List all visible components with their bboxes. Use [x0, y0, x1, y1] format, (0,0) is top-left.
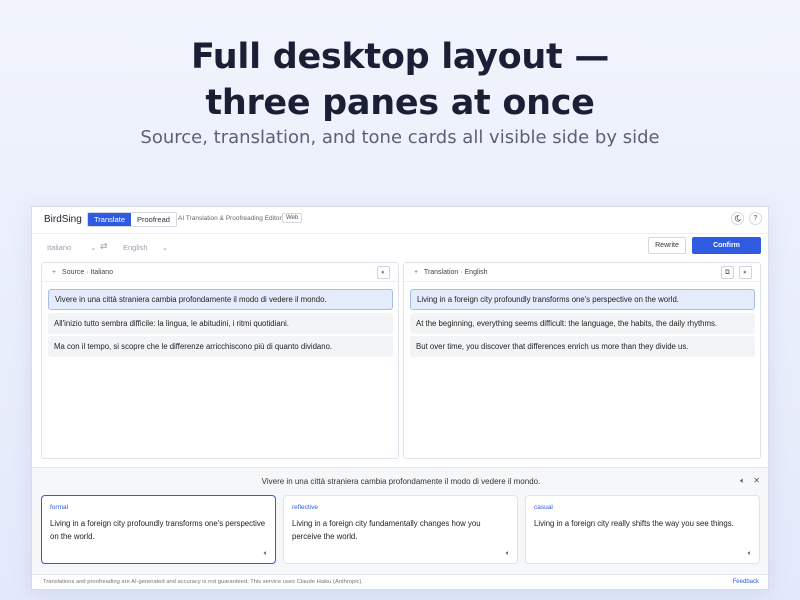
source-language-label: Italiano — [47, 243, 72, 252]
language-bar: Italiano ⌄ ⇄ English ⌄ Rewrite Confirm — [32, 233, 768, 261]
speaker-icon[interactable]: 🔈︎ — [264, 550, 268, 558]
target-language-select[interactable]: English ⌄ — [123, 243, 168, 252]
source-pane-title: Source · Italiano — [62, 269, 114, 276]
top-bar: BirdSing Translate Proofread AI Translat… — [32, 207, 768, 233]
tab-translate[interactable]: Translate — [88, 213, 131, 226]
tone-card-casual[interactable]: casual Living in a foreign city really s… — [525, 495, 760, 564]
tone-card-label: formal — [50, 504, 69, 511]
source-segment[interactable]: Vivere in una città straniera cambia pro… — [48, 289, 393, 310]
hero-title-line1: Full desktop layout — — [190, 37, 610, 77]
source-segment[interactable]: Ma con il tempo, si scopre che le differ… — [48, 336, 393, 357]
swap-languages-icon[interactable]: ⇄ — [100, 241, 108, 252]
hero-subtitle: Source, translation, and tone cards all … — [140, 127, 660, 148]
speaker-icon[interactable]: 🔈︎ — [740, 476, 745, 485]
mode-switch: Translate Proofread — [87, 212, 177, 227]
source-language-select[interactable]: Italiano ⌄ — [47, 243, 97, 252]
hero-title-line2: three panes at once — [205, 83, 595, 123]
hero-title: Full desktop layout — three panes at onc… — [0, 34, 800, 126]
translation-segment[interactable]: At the beginning, everything seems diffi… — [410, 313, 755, 334]
source-segment[interactable]: All'inizio tutto sembra difficile: la li… — [48, 313, 393, 334]
rewrite-button[interactable]: Rewrite — [648, 237, 686, 254]
translation-pane-title: Translation · English — [423, 269, 488, 276]
close-icon[interactable]: ✕ — [753, 476, 760, 485]
tone-card-label: reflective — [292, 504, 319, 511]
disclaimer-text: Translations and proofreading are AI-gen… — [43, 579, 363, 585]
chevron-down-icon: ⌄ — [161, 243, 168, 252]
tone-card-reflective[interactable]: reflective Living in a foreign city fund… — [283, 495, 518, 564]
plus-icon[interactable]: + — [52, 269, 56, 276]
chevron-down-icon: ⌄ — [90, 243, 97, 252]
app-window: BirdSing Translate Proofread AI Translat… — [31, 206, 769, 590]
tone-panel: Vivere in una città straniera cambia pro… — [32, 467, 768, 574]
help-icon[interactable]: ? — [749, 212, 762, 225]
target-language-label: English — [123, 243, 148, 252]
tone-source-sentence: Vivere in una città straniera cambia pro… — [261, 477, 541, 486]
tagline: AI Translation & Proofreading Editor — [178, 215, 282, 222]
brand-logo: BirdSing — [44, 214, 82, 225]
source-pane-header: + Source · Italiano 🔈︎ — [42, 263, 398, 282]
platform-badge: Web — [282, 213, 303, 223]
feedback-link[interactable]: Feedback — [733, 579, 759, 585]
tab-proofread[interactable]: Proofread — [131, 213, 176, 226]
translation-segment[interactable]: Living in a foreign city profoundly tran… — [410, 289, 755, 310]
tone-card-text: Living in a foreign city profoundly tran… — [50, 519, 266, 541]
speaker-icon[interactable]: 🔈︎ — [739, 266, 752, 279]
source-pane: + Source · Italiano 🔈︎ Vivere in una cit… — [41, 262, 399, 459]
confirm-button[interactable]: Confirm — [692, 237, 761, 254]
copy-icon[interactable]: ⧉ — [721, 266, 734, 279]
translation-segment[interactable]: But over time, you discover that differe… — [410, 336, 755, 357]
plus-icon[interactable]: + — [414, 269, 418, 276]
tone-card-text: Living in a foreign city really shifts t… — [534, 519, 734, 528]
moon-icon[interactable] — [731, 212, 744, 225]
speaker-icon[interactable]: 🔈︎ — [506, 550, 510, 558]
tone-card-text: Living in a foreign city fundamentally c… — [292, 519, 481, 541]
footer: Translations and proofreading are AI-gen… — [32, 574, 768, 589]
translation-pane-header: + Translation · English ⧉ 🔈︎ — [404, 263, 760, 282]
tone-card-label: casual — [534, 504, 553, 511]
tone-card-formal[interactable]: formal Living in a foreign city profound… — [41, 495, 276, 564]
translation-pane: + Translation · English ⧉ 🔈︎ Living in a… — [403, 262, 761, 459]
speaker-icon[interactable]: 🔈︎ — [377, 266, 390, 279]
speaker-icon[interactable]: 🔈︎ — [748, 550, 752, 558]
